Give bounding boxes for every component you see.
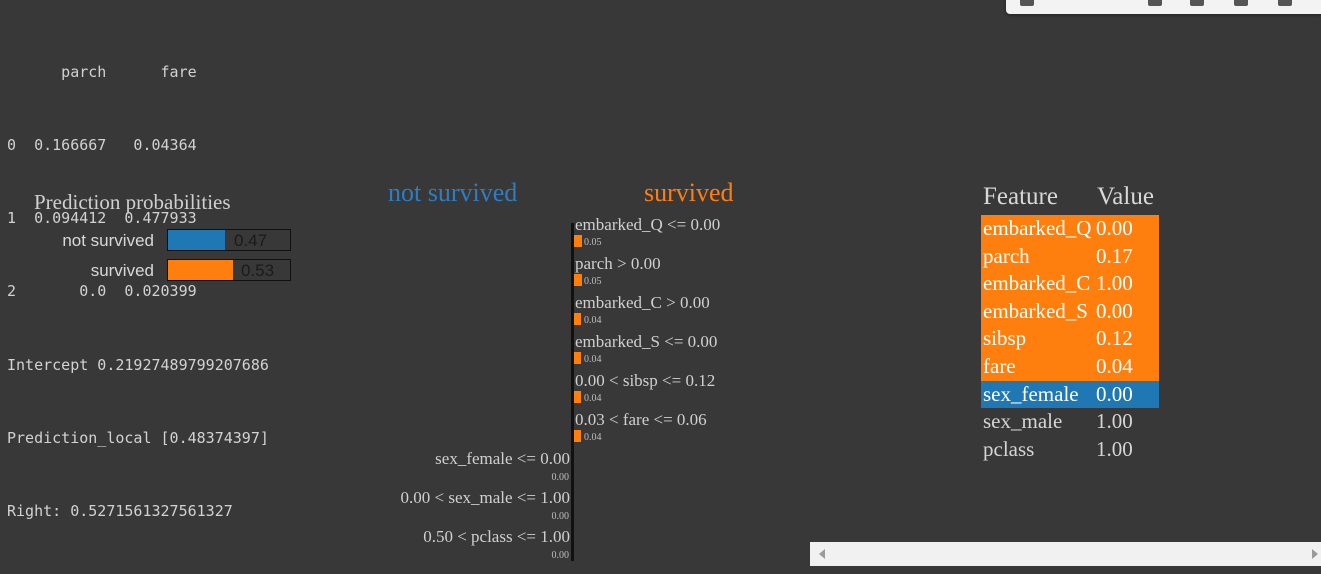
output-line: parch fare <box>7 62 197 81</box>
output-line: Prediction_local [0.48374397] <box>7 428 269 447</box>
proba-bar-survived: 0.53 <box>167 259 291 281</box>
feature-value: 0.17 <box>1096 243 1133 268</box>
feature-name: embarked_C <box>983 271 1091 296</box>
contribution-bar <box>574 391 581 403</box>
feature-value: 0.04 <box>1096 354 1133 378</box>
chart-icon[interactable] <box>1234 0 1248 6</box>
table-row: sibsp 0.12 <box>981 325 1159 353</box>
table-row: fare 0.04 <box>981 353 1159 381</box>
feature-value: 1.00 <box>1096 271 1133 296</box>
feature-name: embarked_S <box>983 298 1088 323</box>
table-row: embarked_S 0.00 <box>981 297 1159 326</box>
output-line: Right: 0.5271561327561327 <box>7 502 233 521</box>
table-row: embarked_Q 0.00 <box>981 215 1159 243</box>
feature-value: 0.00 <box>1096 216 1133 240</box>
feature-condition: sex_female <= 0.00 <box>435 449 570 468</box>
contribution-value: 0.05 <box>584 276 602 287</box>
search-icon[interactable] <box>1148 0 1162 6</box>
contribution-value: 0.00 <box>551 472 570 483</box>
feature-name: fare <box>983 354 1016 378</box>
gear-icon[interactable] <box>1190 0 1204 6</box>
feature-condition: 0.03 < fare <= 0.06 <box>575 410 707 429</box>
proba-label-not-survived: not survived <box>62 231 154 250</box>
feature-condition: 0.00 < sex_male <= 1.00 <box>400 488 570 507</box>
feature-name: pclass <box>983 436 1035 461</box>
table-row: sex_female 0.00 <box>981 380 1159 409</box>
proba-fill-survived <box>168 260 233 280</box>
proba-bar-not-survived: 0.47 <box>167 229 291 251</box>
feature-name: sibsp <box>983 326 1027 351</box>
feature-condition: embarked_C > 0.00 <box>575 293 710 312</box>
proba-label-survived: survived <box>90 261 154 280</box>
scroll-right-arrow-icon[interactable] <box>1312 549 1318 559</box>
output-toolbar <box>1006 0 1321 14</box>
contribution-bar <box>574 430 581 442</box>
feature-condition: parch > 0.00 <box>575 254 661 273</box>
proba-fill-not-survived <box>168 230 226 250</box>
table-header-value: Value <box>1097 183 1154 210</box>
table-row: parch 0.17 <box>981 242 1159 271</box>
horizontal-scrollbar[interactable] <box>810 542 1321 566</box>
contribution-value: 0.04 <box>584 432 602 443</box>
feature-value: 0.12 <box>1096 326 1133 351</box>
proba-value-not-survived: 0.47 <box>234 231 268 250</box>
contribution-value: 0.04 <box>584 315 602 326</box>
contribution-value: 0.00 <box>551 511 570 522</box>
output-line: 0 0.166667 0.04364 <box>7 136 197 155</box>
feature-condition: 0.50 < pclass <= 1.00 <box>423 527 570 546</box>
feature-condition: 0.00 < sibsp <= 0.12 <box>575 371 716 390</box>
copy-icon[interactable] <box>1278 0 1292 6</box>
feature-value: 1.00 <box>1096 409 1133 434</box>
class-label-not-survived: not survived <box>388 178 518 207</box>
output-line: 2 0.0 0.020399 <box>7 282 197 301</box>
feature-name: sex_male <box>983 409 1063 434</box>
contribution-value: 0.05 <box>584 237 602 248</box>
table-row: embarked_C 1.00 <box>981 270 1159 298</box>
feature-name: embarked_Q <box>983 216 1092 240</box>
feature-condition: embarked_Q <= 0.00 <box>575 215 721 234</box>
prediction-probabilities-title: Prediction probabilities <box>34 190 231 214</box>
contribution-bar <box>574 274 582 286</box>
contribution-bar <box>574 235 582 247</box>
proba-value-survived: 0.53 <box>241 261 275 280</box>
feature-name: sex_female <box>983 381 1079 406</box>
contribution-value: 0.04 <box>584 354 602 365</box>
feature-name: parch <box>983 243 1030 268</box>
toolbar-icon[interactable] <box>1020 0 1034 6</box>
table-header-feature: Feature <box>983 183 1058 210</box>
feature-value: 0.00 <box>1096 298 1133 323</box>
feature-value: 0.00 <box>1096 381 1133 406</box>
feature-condition: embarked_S <= 0.00 <box>575 332 718 351</box>
table-row: pclass 1.00 <box>981 436 1159 464</box>
feature-value: 1.00 <box>1096 436 1133 461</box>
contribution-bar <box>574 352 581 364</box>
scroll-left-arrow-icon[interactable] <box>819 549 825 559</box>
class-label-survived: survived <box>644 178 734 207</box>
output-line: Intercept 0.21927489799207686 <box>7 355 269 374</box>
contribution-value: 0.04 <box>584 393 602 404</box>
contribution-value: 0.00 <box>551 550 570 561</box>
table-row: sex_male 1.00 <box>981 408 1159 436</box>
contribution-bar <box>574 313 581 325</box>
